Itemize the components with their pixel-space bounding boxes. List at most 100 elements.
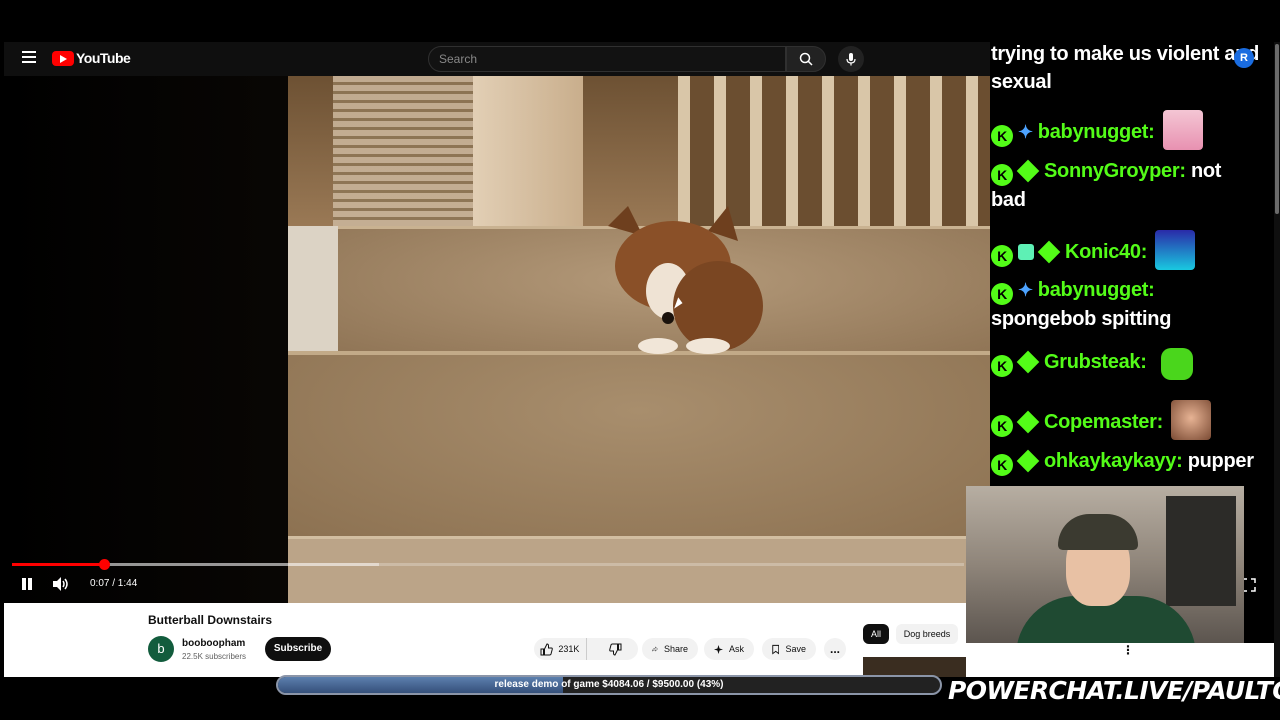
channel-name[interactable]: booboopham xyxy=(182,638,245,649)
anime-emote-icon xyxy=(1162,110,1203,150)
diamond-badge-icon xyxy=(1016,159,1040,183)
sword-badge-icon: ✦ xyxy=(1018,122,1033,142)
green-face-emote-icon xyxy=(1160,348,1193,380)
ask-button[interactable]: Ask xyxy=(704,638,754,660)
corgi-puppy xyxy=(608,206,763,354)
chip-all[interactable]: All xyxy=(863,624,889,644)
kick-badge-icon: K xyxy=(991,454,1013,476)
diamond-badge-icon xyxy=(1016,350,1040,374)
bookmark-icon xyxy=(772,644,780,655)
diamond-badge-icon xyxy=(1016,449,1040,473)
pause-button[interactable] xyxy=(20,576,34,591)
subscribe-button[interactable]: Subscribe xyxy=(265,637,331,661)
search-button[interactable] xyxy=(786,46,826,72)
time-display: 0:07 / 1:44 xyxy=(90,578,138,589)
like-button[interactable]: 231K xyxy=(534,638,587,660)
microphone-icon xyxy=(846,53,856,66)
diamond-badge-icon xyxy=(1016,410,1040,434)
share-icon xyxy=(652,646,658,652)
like-dislike-group: 231K xyxy=(534,638,638,660)
video-title: Butterball Downstairs xyxy=(148,613,273,627)
scrollbar-thumb[interactable] xyxy=(1275,44,1279,214)
chat-message: K Grubsteak: xyxy=(991,348,1261,380)
video-player[interactable] xyxy=(4,76,990,603)
progress-bar[interactable] xyxy=(12,559,964,570)
voice-search-button[interactable] xyxy=(838,46,864,72)
sword-badge-icon: ✦ xyxy=(1018,280,1033,300)
kick-badge-icon: K xyxy=(991,355,1013,377)
powerchat-brand: POWERCHAT.LIVE/PAULTOWN xyxy=(948,676,1280,705)
search-input[interactable] xyxy=(429,47,785,71)
gift-badge-icon xyxy=(1018,244,1034,260)
chat-username: babynugget: xyxy=(1037,279,1155,301)
fullscreen-icon xyxy=(1242,578,1256,592)
youtube-logo[interactable]: YouTube xyxy=(52,50,131,66)
diamond-badge-icon xyxy=(1037,240,1061,264)
youtube-play-icon xyxy=(52,50,74,66)
share-label: Share xyxy=(663,644,688,654)
chat-message: trying to make us violent and sexual xyxy=(991,40,1261,96)
chat-username: Grubsteak: xyxy=(1044,351,1147,373)
account-avatar[interactable]: R xyxy=(1234,48,1254,68)
pause-icon-bar-left xyxy=(22,578,26,590)
sparkle-icon xyxy=(714,644,723,654)
volume-icon xyxy=(53,577,68,591)
stream-top-strip xyxy=(0,0,1280,42)
chip-dog-breeds[interactable]: Dog breeds xyxy=(896,624,958,644)
kick-badge-icon: K xyxy=(991,125,1013,147)
stream-chat-overlay: trying to make us violent and sexual K ✦ b… xyxy=(990,40,1280,488)
search-icon xyxy=(799,52,813,66)
chat-message-text: trying to make us violent and sexual xyxy=(991,43,1260,93)
streamer-webcam xyxy=(966,486,1244,643)
chat-username: SonnyGroyper: xyxy=(1044,160,1186,182)
scene-railing xyxy=(678,76,990,226)
more-options-icon[interactable]: ⋮ xyxy=(1122,643,1134,657)
youtube-logo-text: YouTube xyxy=(76,50,131,66)
volume-button[interactable] xyxy=(52,576,70,592)
chat-message: K ✦ babynugget: spongebob spitting xyxy=(991,276,1261,333)
webcam-streamer-cap xyxy=(1058,514,1138,550)
dislike-button[interactable] xyxy=(593,638,638,660)
scene-shutter xyxy=(333,76,473,236)
page-scrollbar[interactable] xyxy=(1274,42,1280,678)
save-label: Save xyxy=(785,644,806,654)
search-box xyxy=(428,46,786,72)
recommended-thumbnail[interactable] xyxy=(863,657,966,677)
chat-message: Kohkaykaykayy: pupper xyxy=(991,447,1261,476)
robot-emote-icon xyxy=(1155,230,1196,270)
ask-label: Ask xyxy=(728,644,744,654)
chat-username: Copemaster: xyxy=(1044,411,1163,433)
chat-message: K Konic40: xyxy=(991,230,1261,270)
chat-message: K ✦ babynugget: xyxy=(991,110,1261,150)
recommended-item-peek[interactable]: ⋮ xyxy=(966,643,1280,677)
chat-message: K SonnyGroyper: not bad xyxy=(991,157,1261,214)
face-emote-icon xyxy=(1170,400,1211,440)
kick-badge-icon: K xyxy=(991,283,1013,305)
donation-goal-text: release demo of game $4084.06 / $9500.00… xyxy=(494,679,724,690)
chat-username: babynugget: xyxy=(1037,121,1155,143)
channel-avatar[interactable]: b xyxy=(148,636,174,662)
share-button[interactable]: Share xyxy=(642,638,698,660)
donation-goal-bar: release demo of game $4084.06 / $9500.00… xyxy=(276,675,942,695)
chat-message-text: spongebob spitting xyxy=(991,308,1172,330)
kick-badge-icon: K xyxy=(991,245,1013,267)
more-actions-button[interactable]: ... xyxy=(824,638,846,660)
hamburger-menu-icon[interactable] xyxy=(22,51,36,63)
scene-stair-middle xyxy=(288,351,990,541)
subscriber-count: 22.5K subscribers xyxy=(182,652,247,661)
kick-badge-icon: K xyxy=(991,415,1013,437)
scene-stair-bottom xyxy=(288,536,990,603)
save-button[interactable]: Save xyxy=(762,638,816,660)
progress-played xyxy=(12,563,105,566)
video-info-panel: Butterball Downstairs b booboopham 22.5K… xyxy=(4,603,966,677)
thumbs-down-icon xyxy=(609,643,622,656)
pause-icon-bar-right xyxy=(28,578,32,590)
chat-message: K Copemaster: xyxy=(991,400,1261,440)
chat-username: Konic40: xyxy=(1065,241,1148,263)
webcam-background xyxy=(1166,496,1236,606)
fullscreen-button[interactable] xyxy=(1242,578,1256,592)
chat-username: ohkaykaykayy: xyxy=(1044,450,1183,472)
kick-badge-icon: K xyxy=(991,164,1013,186)
like-count: 231K xyxy=(558,644,580,654)
thumbs-up-icon xyxy=(540,642,554,655)
